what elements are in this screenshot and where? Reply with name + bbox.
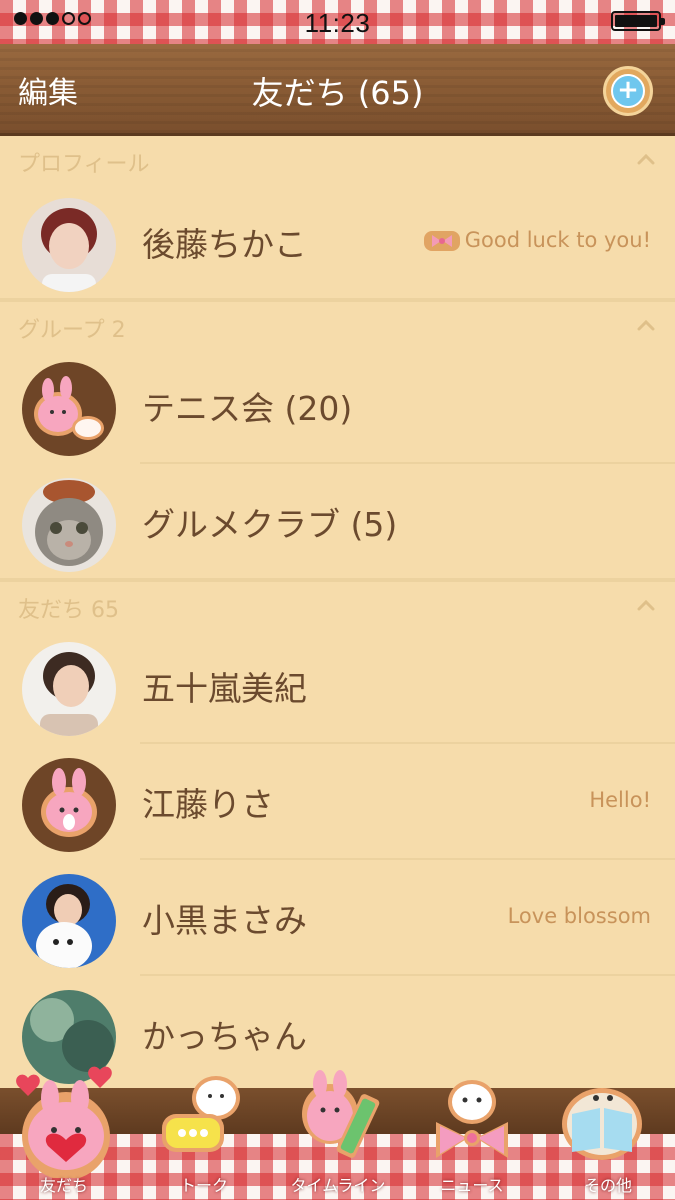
tab-news[interactable]: ニュース	[412, 1058, 532, 1200]
page-title: 友だち (65)	[251, 74, 424, 112]
list-item[interactable]: グルメクラブ (5)	[0, 464, 675, 580]
tab-label: タイムライン	[290, 1176, 386, 1195]
chat-bubble-icon	[162, 1076, 240, 1152]
group-name: グルメクラブ (5)	[142, 505, 398, 544]
avatar	[22, 478, 116, 572]
tab-label: その他	[583, 1176, 632, 1195]
status-time: 11:23	[304, 8, 371, 38]
avatar	[22, 362, 116, 456]
friend-name: 小黒まさみ	[142, 901, 307, 940]
section-label: グループ 2	[18, 318, 126, 343]
section-label: プロフィール	[18, 152, 150, 177]
tab-label: 友だち	[39, 1176, 88, 1195]
avatar	[22, 642, 116, 736]
add-friend-icon: +	[611, 74, 645, 108]
bird-ribbon-icon	[436, 1080, 508, 1158]
chevron-up-icon[interactable]	[637, 316, 655, 334]
chevron-up-icon[interactable]	[637, 150, 655, 168]
avatar	[22, 874, 116, 968]
avatar	[22, 758, 116, 852]
navigation-bar: 編集 友だち (65) +	[0, 44, 675, 136]
tab-more[interactable]: その他	[548, 1058, 668, 1200]
friend-name: 五十嵐美紀	[142, 669, 307, 708]
list-item[interactable]: テニス会 (20)	[0, 348, 675, 464]
bunny-heart-icon	[16, 1066, 112, 1178]
tab-bar: 友だち トーク タイムライン ニュース その他	[0, 1066, 675, 1200]
group-name: テニス会 (20)	[142, 389, 353, 428]
status-message: Love blossom	[507, 904, 651, 928]
status-text: Good luck to you!	[464, 228, 651, 252]
friends-list[interactable]: プロフィール 後藤ちかこ Good luck to you! グループ 2 テニ…	[0, 136, 675, 1088]
section-header-friends[interactable]: 友だち 65	[0, 580, 675, 628]
chevron-up-icon[interactable]	[637, 596, 655, 614]
avatar	[22, 198, 116, 292]
section-header-groups[interactable]: グループ 2	[0, 300, 675, 348]
list-item[interactable]: 五十嵐美紀	[0, 628, 675, 744]
status-message: Good luck to you!	[423, 228, 651, 252]
friend-name: かっちゃん	[142, 1017, 307, 1056]
list-item[interactable]: 後藤ちかこ Good luck to you!	[0, 184, 675, 300]
tab-label: ニュース	[440, 1176, 504, 1195]
ribbon-cookie-icon	[423, 231, 460, 251]
battery-icon	[611, 11, 665, 31]
friend-name: 後藤ちかこ	[142, 225, 307, 264]
list-item[interactable]: 江藤りさ Hello!	[0, 744, 675, 860]
section-label: 友だち 65	[18, 598, 119, 623]
tab-friends[interactable]: 友だち	[4, 1058, 124, 1200]
list-item[interactable]: 小黒まさみ Love blossom	[0, 860, 675, 976]
tab-timeline[interactable]: タイムライン	[278, 1058, 398, 1200]
add-friend-button[interactable]: +	[603, 66, 653, 116]
tab-talk[interactable]: トーク	[144, 1058, 264, 1200]
status-bar: 11:23	[0, 0, 675, 44]
status-message: Hello!	[589, 788, 651, 812]
tab-label: トーク	[179, 1176, 228, 1195]
section-header-profile[interactable]: プロフィール	[0, 136, 675, 184]
friend-name: 江藤りさ	[142, 785, 274, 824]
bunny-pencil-icon	[302, 1070, 380, 1158]
book-icon	[562, 1088, 642, 1160]
